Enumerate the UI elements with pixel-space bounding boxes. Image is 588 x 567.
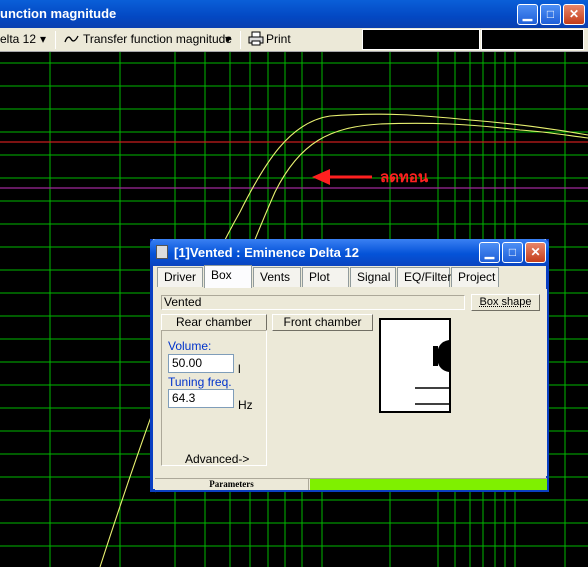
front-chamber-button[interactable]: Front chamber xyxy=(272,314,373,331)
tab-signal[interactable]: Signal xyxy=(350,267,396,287)
wave-icon xyxy=(64,33,80,48)
maximize-icon: □ xyxy=(508,245,517,259)
dialog-minimize-button[interactable]: ▁ xyxy=(479,242,500,263)
maximize-icon: □ xyxy=(546,7,555,21)
status-field-2 xyxy=(481,29,584,50)
printer-icon xyxy=(248,31,264,49)
toolbar-separator xyxy=(240,31,241,49)
volume-unit: l xyxy=(238,362,241,376)
advanced-button[interactable]: Advanced-> xyxy=(185,452,249,466)
close-icon: ✕ xyxy=(530,245,541,259)
minimize-icon: ▁ xyxy=(484,245,495,259)
tab-eq-filter[interactable]: EQ/Filter xyxy=(397,267,451,287)
box-type-field[interactable]: Vented xyxy=(161,295,465,310)
dialog-maximize-button[interactable]: □ xyxy=(502,242,523,263)
tab-vents[interactable]: Vents xyxy=(253,267,301,287)
minimize-icon: ▁ xyxy=(522,7,533,21)
view-select[interactable]: Transfer function magnitude xyxy=(83,32,232,46)
dialog-close-button[interactable]: ✕ xyxy=(525,242,546,263)
volume-label: Volume: xyxy=(168,339,212,353)
maximize-button[interactable]: □ xyxy=(540,4,561,25)
dialog-title: [1]Vented : Eminence Delta 12 xyxy=(174,245,359,260)
minimize-button[interactable]: ▁ xyxy=(517,4,538,25)
box-shape-button[interactable]: Box shape xyxy=(471,294,540,311)
box-tab-panel: Vented Box shape Rear chamber Front cham… xyxy=(158,289,547,476)
toolbar-separator xyxy=(55,31,56,49)
main-window-title: unction magnitude xyxy=(0,6,117,21)
print-button[interactable]: Print xyxy=(266,32,291,46)
dialog-title-bar: [1]Vented : Eminence Delta 12 ▁ □ ✕ xyxy=(150,239,549,266)
progress-fill xyxy=(310,479,547,490)
tuning-freq-unit: Hz xyxy=(238,398,253,412)
close-button[interactable]: ✕ xyxy=(563,4,585,25)
driver-select[interactable]: elta 12 xyxy=(0,32,36,46)
toolbar: elta 12 ▾ Transfer function magnitude ▾ … xyxy=(0,28,588,52)
annotation-text: ลดทอน xyxy=(380,169,429,186)
tuning-freq-label: Tuning freq. xyxy=(168,375,232,389)
box-diagram xyxy=(379,318,451,413)
main-title-bar: unction magnitude ▁ □ ✕ xyxy=(0,0,588,28)
rear-chamber-button[interactable]: Rear chamber xyxy=(161,314,267,331)
tab-plot[interactable]: Plot xyxy=(302,267,349,287)
arrow-left-icon xyxy=(312,169,372,185)
status-field-1 xyxy=(362,29,480,50)
chevron-down-icon[interactable]: ▾ xyxy=(225,32,231,46)
status-label: Parameters xyxy=(155,479,309,490)
vented-box-dialog: [1]Vented : Eminence Delta 12 ▁ □ ✕ Driv… xyxy=(150,239,549,492)
chevron-down-icon[interactable]: ▾ xyxy=(40,32,46,46)
dialog-tabs: Driver Box Vents Plot Signal EQ/Filter P… xyxy=(157,265,547,288)
tab-driver[interactable]: Driver xyxy=(157,267,203,287)
volume-input[interactable]: 50.00 xyxy=(168,354,234,373)
tab-project[interactable]: Project xyxy=(451,267,499,287)
tab-box[interactable]: Box xyxy=(204,265,252,288)
status-bar: Parameters xyxy=(155,478,547,490)
speaker-icon xyxy=(415,340,449,405)
tuning-freq-input[interactable]: 64.3 xyxy=(168,389,234,408)
close-icon: ✕ xyxy=(568,7,580,21)
window-system-icon[interactable] xyxy=(156,245,168,259)
